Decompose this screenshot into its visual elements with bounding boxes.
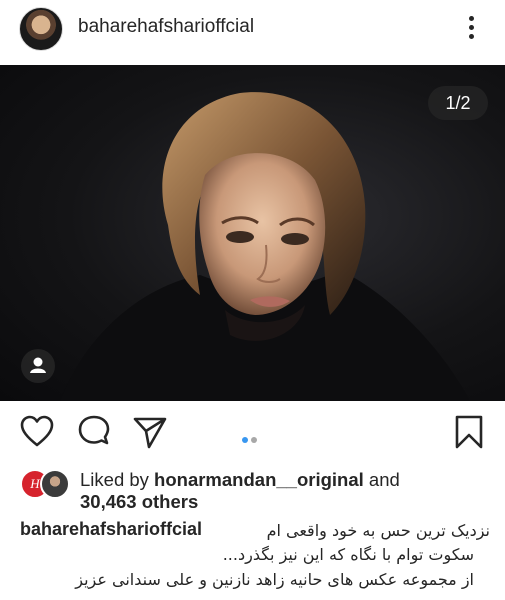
caption-line-3: از مجموعه عکس های حانیه زاهد نازنین و عل… [75, 570, 474, 589]
liker-avatar [40, 469, 70, 499]
user-tag-button[interactable] [21, 349, 55, 383]
bookmark-icon[interactable] [452, 414, 486, 450]
liked-by-text: Liked by honarmandan__original and [80, 468, 400, 491]
carousel-dots [242, 430, 260, 448]
carousel-dot-inactive [251, 437, 257, 443]
comment-icon[interactable] [76, 414, 112, 450]
action-bar [0, 412, 505, 456]
post-username[interactable]: baharehafsharioffcial [78, 16, 254, 38]
post-caption: baharehafsharioffcial نزدیک ترین حس به خ… [20, 517, 490, 592]
caption-username[interactable]: baharehafsharioffcial [20, 517, 202, 542]
paper-plane-icon[interactable] [132, 414, 168, 450]
post-header: baharehafsharioffcial [0, 0, 505, 62]
profile-avatar[interactable] [19, 7, 63, 51]
carousel-dot-active [242, 437, 248, 443]
caption-line-1: نزدیک ترین حس به خود واقعی ام [266, 521, 490, 540]
post-photo[interactable]: 1/2 [0, 65, 505, 401]
liked-by-user-link[interactable]: honarmandan__original [154, 469, 364, 490]
slide-counter: 1/2 [428, 86, 488, 120]
portrait-image [60, 92, 470, 401]
liked-by-and: and [368, 469, 400, 490]
liked-by-prefix: Liked by [80, 469, 149, 490]
likes-count-link[interactable]: 30,463 others [80, 490, 198, 513]
liker-avatars[interactable]: H [20, 469, 72, 499]
caption-line-2: سکوت توام با نگاه که این نیز بگذرد... [222, 545, 474, 564]
heart-icon[interactable] [19, 414, 55, 450]
user-tag-icon [30, 357, 46, 373]
likes-section: H Liked by honarmandan__original and 30,… [0, 466, 505, 516]
more-vertical-icon[interactable] [462, 12, 482, 44]
